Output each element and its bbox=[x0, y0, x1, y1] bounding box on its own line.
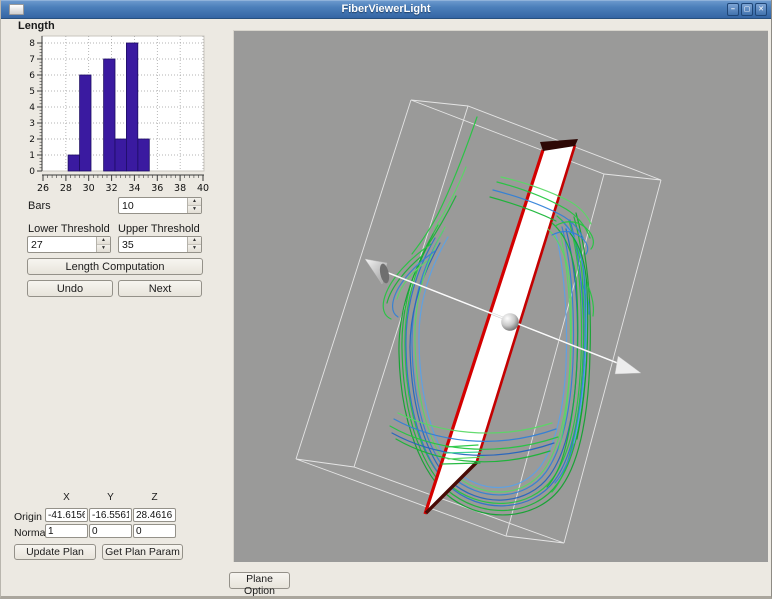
undo-button[interactable]: Undo bbox=[27, 280, 113, 297]
update-plan-button[interactable]: Update Plan bbox=[14, 544, 96, 560]
bars-spin-up[interactable]: ▲ bbox=[188, 198, 201, 206]
lower-threshold-spin-up[interactable]: ▲ bbox=[97, 237, 110, 245]
viewport-3d[interactable] bbox=[233, 30, 768, 562]
normal-label: Normal bbox=[14, 527, 48, 539]
svg-text:36: 36 bbox=[151, 183, 163, 194]
window-title: FiberViewerLight bbox=[1, 0, 771, 18]
svg-text:2: 2 bbox=[29, 135, 35, 145]
lower-threshold-spinbox[interactable]: ▲ ▼ bbox=[27, 236, 111, 253]
bars-spin-down[interactable]: ▼ bbox=[188, 206, 201, 213]
bars-spinbox[interactable]: ▲ ▼ bbox=[118, 197, 202, 214]
title-bar[interactable]: FiberViewerLight – ▢ ✕ bbox=[1, 0, 771, 19]
column-header-z: Z bbox=[133, 492, 176, 503]
svg-text:0: 0 bbox=[29, 167, 35, 177]
svg-text:4: 4 bbox=[29, 103, 35, 113]
svg-text:32: 32 bbox=[106, 183, 118, 194]
lower-threshold-input[interactable] bbox=[28, 237, 96, 252]
svg-text:28: 28 bbox=[60, 183, 72, 194]
svg-text:40: 40 bbox=[197, 183, 209, 194]
app-icon bbox=[9, 4, 24, 15]
column-header-x: X bbox=[45, 492, 88, 503]
origin-x-field[interactable] bbox=[45, 508, 88, 522]
close-icon: ✕ bbox=[758, 5, 764, 15]
svg-text:26: 26 bbox=[37, 183, 49, 194]
axis-arrow-left bbox=[365, 259, 391, 284]
origin-label: Origin bbox=[14, 511, 42, 523]
maximize-icon: ▢ bbox=[744, 5, 751, 15]
length-histogram: 0123456782628303234363840 bbox=[19, 34, 219, 196]
close-button[interactable]: ✕ bbox=[755, 3, 767, 16]
column-header-y: Y bbox=[89, 492, 132, 503]
svg-text:30: 30 bbox=[83, 183, 95, 194]
length-section-title: Length bbox=[18, 20, 55, 32]
upper-threshold-spinbox[interactable]: ▲ ▼ bbox=[118, 236, 202, 253]
origin-z-field[interactable] bbox=[133, 508, 176, 522]
next-button[interactable]: Next bbox=[118, 280, 202, 297]
svg-text:8: 8 bbox=[29, 39, 35, 49]
normal-y-field[interactable] bbox=[89, 524, 132, 538]
axis-arrow-right bbox=[615, 356, 641, 374]
minimize-icon: – bbox=[731, 5, 735, 15]
plane-option-button[interactable]: Plane Option bbox=[229, 572, 290, 589]
upper-threshold-spin-down[interactable]: ▼ bbox=[188, 245, 201, 252]
svg-text:6: 6 bbox=[29, 71, 35, 81]
lower-threshold-spin-down[interactable]: ▼ bbox=[97, 245, 110, 252]
svg-text:5: 5 bbox=[29, 87, 35, 97]
bars-input[interactable] bbox=[119, 198, 187, 213]
svg-text:1: 1 bbox=[29, 151, 35, 161]
lower-threshold-label: Lower Threshold bbox=[28, 223, 110, 235]
length-computation-button[interactable]: Length Computation bbox=[27, 258, 203, 275]
normal-x-field[interactable] bbox=[45, 524, 88, 538]
minimize-button[interactable]: – bbox=[727, 3, 739, 16]
wireframe-box bbox=[296, 100, 661, 543]
app-window: FiberViewerLight – ▢ ✕ Length 0123456782… bbox=[0, 0, 772, 599]
normal-z-field[interactable] bbox=[133, 524, 176, 538]
svg-text:34: 34 bbox=[128, 183, 140, 194]
maximize-button[interactable]: ▢ bbox=[741, 3, 753, 16]
bars-label: Bars bbox=[28, 200, 51, 212]
origin-sphere bbox=[501, 313, 519, 331]
origin-y-field[interactable] bbox=[89, 508, 132, 522]
get-plan-param-button[interactable]: Get Plan Param bbox=[102, 544, 183, 560]
upper-threshold-label: Upper Threshold bbox=[118, 223, 200, 235]
upper-threshold-input[interactable] bbox=[119, 237, 187, 252]
upper-threshold-spin-up[interactable]: ▲ bbox=[188, 237, 201, 245]
svg-text:7: 7 bbox=[29, 55, 35, 65]
svg-text:38: 38 bbox=[174, 183, 186, 194]
svg-text:3: 3 bbox=[29, 119, 35, 129]
